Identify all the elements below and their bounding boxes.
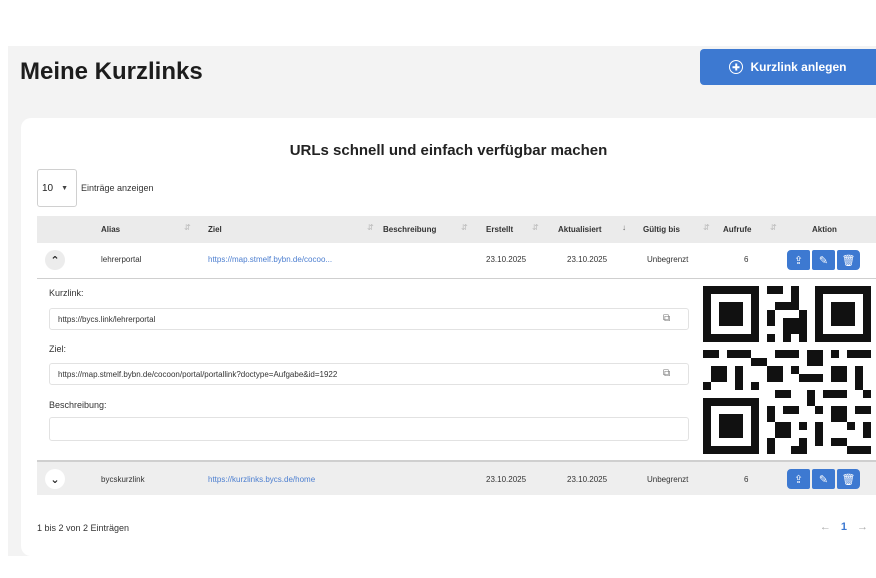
target-label: Ziel:: [49, 344, 67, 354]
row-target-link[interactable]: https://map.stmelf.bybn.de/cocoo...: [208, 255, 332, 264]
shortlink-label: Kurzlink:: [49, 288, 84, 298]
row-detail-panel: Kurzlink: https://bycs.link/lehrerportal…: [37, 278, 876, 460]
table-info: 1 bis 2 von 2 Einträgen: [37, 523, 130, 533]
row-created: 23.10.2025: [486, 255, 527, 264]
share-icon[interactable]: ⇪: [787, 250, 810, 270]
chevron-up-icon[interactable]: ⌃: [45, 250, 65, 270]
page-background: Meine Kurzlinks Kurzlink anlegen URLs sc…: [8, 46, 876, 556]
page-length-value: 10: [42, 182, 54, 194]
sort-icon: ⇵: [703, 223, 710, 232]
arrow-right-icon[interactable]: →: [857, 521, 868, 533]
row-actions: ⇪ ✎ 🗑: [787, 250, 860, 270]
sort-icon: ⇵: [367, 223, 374, 232]
column-header-beschreibung[interactable]: Beschreibung: [383, 225, 436, 234]
row-valid-until: Unbegrenzt: [647, 475, 689, 484]
plus-circle-icon: [729, 60, 744, 74]
sort-desc-icon: ↓: [622, 223, 626, 232]
page-length-select[interactable]: 10 ▼: [37, 169, 77, 207]
sort-icon: ⇵: [770, 223, 777, 232]
shortlink-field[interactable]: https://bycs.link/lehrerportal: [49, 308, 689, 330]
row-actions: ⇪ ✎ 🗑: [787, 469, 860, 489]
card-title: URLs schnell und einfach verfügbar mache…: [289, 142, 608, 159]
row-alias: bycskurzlink: [101, 475, 145, 484]
column-header-aktualisiert[interactable]: Aktualisiert: [558, 225, 602, 234]
row-views: 6: [744, 255, 749, 264]
table-header: Alias ⇵ Ziel ⇵ Beschreibung ⇵ Erstellt ⇵…: [37, 216, 876, 243]
qr-code: [703, 286, 871, 454]
page-number[interactable]: 1: [841, 521, 847, 533]
description-field[interactable]: [49, 417, 689, 441]
trash-icon[interactable]: 🗑: [837, 250, 860, 270]
shortlinks-card: URLs schnell und einfach verfügbar mache…: [21, 118, 876, 556]
column-header-alias[interactable]: Alias: [101, 225, 120, 234]
column-header-gueltig[interactable]: Gültig bis: [643, 225, 680, 234]
page-title: Meine Kurzlinks: [20, 58, 203, 85]
sort-icon: ⇵: [184, 223, 191, 232]
pagination: ← 1 →: [820, 521, 868, 533]
trash-icon[interactable]: 🗑: [837, 469, 860, 489]
table-row: ⌄ bycskurzlink https://kurzlinks.bycs.de…: [37, 460, 876, 495]
target-field[interactable]: https://map.stmelf.bybn.de/cocoon/portal…: [49, 363, 689, 385]
sort-icon: ⇵: [532, 223, 539, 232]
share-icon[interactable]: ⇪: [787, 469, 810, 489]
column-header-ziel[interactable]: Ziel: [208, 225, 222, 234]
arrow-left-icon[interactable]: ←: [820, 521, 831, 533]
row-valid-until: Unbegrenzt: [647, 255, 689, 264]
column-header-aufrufe[interactable]: Aufrufe: [723, 225, 751, 234]
row-updated: 23.10.2025: [567, 255, 608, 264]
row-target-link[interactable]: https://kurzlinks.bycs.de/home: [208, 475, 315, 484]
column-header-erstellt[interactable]: Erstellt: [486, 225, 513, 234]
row-created: 23.10.2025: [486, 475, 527, 484]
sort-icon: ⇵: [461, 223, 468, 232]
row-updated: 23.10.2025: [567, 475, 608, 484]
chevron-down-icon[interactable]: ⌄: [45, 469, 65, 489]
copy-icon[interactable]: ⧉: [663, 313, 670, 324]
column-header-aktion: Aktion: [812, 225, 837, 234]
row-views: 6: [744, 475, 749, 484]
description-label: Beschreibung:: [49, 400, 107, 410]
add-shortlink-label: Kurzlink anlegen: [750, 60, 847, 74]
copy-icon[interactable]: ⧉: [663, 368, 670, 379]
add-shortlink-button[interactable]: Kurzlink anlegen: [700, 49, 876, 85]
row-alias: lehrerportal: [101, 255, 142, 264]
edit-icon[interactable]: ✎: [812, 469, 835, 489]
page-length-label: Einträge anzeigen: [81, 183, 154, 193]
caret-down-icon: ▼: [61, 184, 69, 192]
edit-icon[interactable]: ✎: [812, 250, 835, 270]
table-row: ⌃ lehrerportal https://map.stmelf.bybn.d…: [37, 243, 876, 277]
